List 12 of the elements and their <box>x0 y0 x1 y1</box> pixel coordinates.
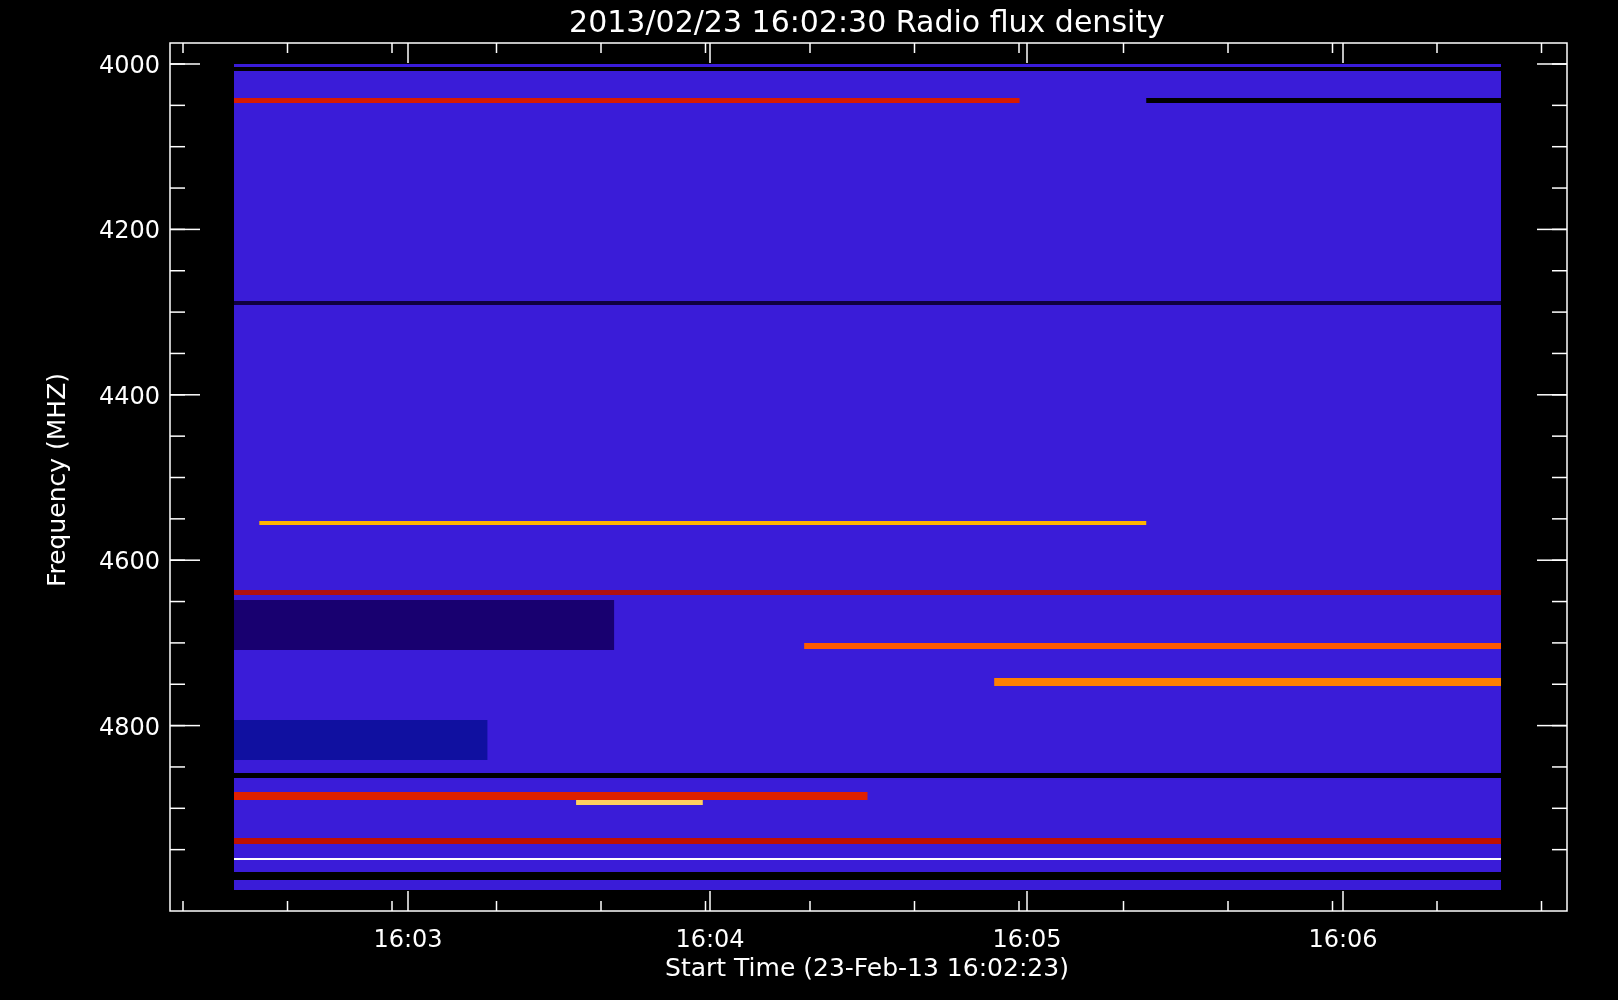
x-tick-label: 16:05 <box>992 925 1062 953</box>
x-tick-label: 16:03 <box>373 925 443 953</box>
y-tick-label: 4600 <box>98 547 160 576</box>
x-tick-label: 16:06 <box>1308 925 1378 953</box>
chart-title: 2013/02/23 16:02:30 Radio flux density <box>569 4 1165 39</box>
x-axis-label: Start Time (23-Feb-13 16:02:23) <box>665 953 1069 982</box>
x-tick-label: 16:04 <box>675 925 745 953</box>
y-tick-label: 4800 <box>98 712 160 741</box>
y-axis-label: Frequency (MHZ) <box>42 372 71 588</box>
y-tick-label: 4000 <box>98 51 160 79</box>
y-tick-label: 4400 <box>98 381 160 410</box>
y-tick-label: 4200 <box>98 216 160 245</box>
